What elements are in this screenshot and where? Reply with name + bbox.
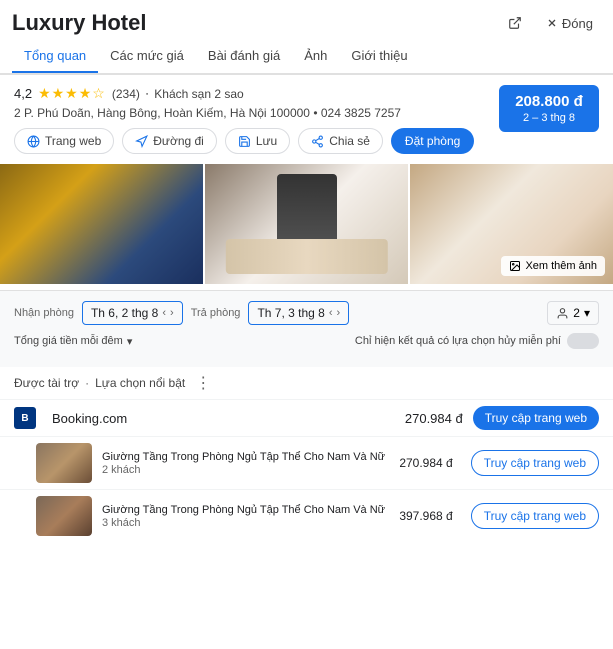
action-buttons: Trang web Đường đi Lưu Chia sẻ Đặt phòng [14,128,499,154]
rating-row: 4,2 ★★★★☆ (234) ● Khách sạn 2 sao [14,85,499,102]
visit-website-button-1[interactable]: Truy cập trang web [471,450,599,476]
booking-logo: B [14,407,36,429]
review-count: (234) [112,87,140,101]
room-guests-1: 2 khách [102,464,389,476]
provider-booking: B Booking.com 270.984 đ Truy cập trang w… [0,399,613,436]
free-cancel-toggle[interactable] [567,333,599,349]
hotel-photos: Xem thêm ảnh [0,164,613,284]
free-cancel-row: Chỉ hiện kết quả có lựa chọn hủy miễn ph… [355,333,599,349]
featured-label: Được tài trợ [14,376,79,390]
price-toggle[interactable]: Tổng giá tiền mỗi đêm ▾ [14,335,132,348]
checkin-label: Nhận phòng [14,307,74,319]
tab-about[interactable]: Giới thiệu [339,40,419,73]
guests-dropdown-icon: ▾ [584,306,590,320]
photos-icon [509,260,521,272]
save-button[interactable]: Lưu [225,128,290,154]
room-thumbnail-1 [36,443,92,483]
provider-name: Booking.com [52,411,127,426]
header: Luxury Hotel Đóng [0,0,613,40]
provider-info: B Booking.com [14,407,127,429]
close-button[interactable]: Đóng [538,12,601,35]
open-icon [508,16,522,30]
close-icon [546,17,558,29]
provider-price-section: 270.984 đ Truy cập trang web [405,406,599,430]
tabs-bar: Tổng quan Các mức giá Bài đánh giá Ảnh G… [0,40,613,74]
guests-selector[interactable]: 2 ▾ [547,301,599,325]
featured-sublabel: Lựa chọn nổi bật [95,376,185,390]
tab-photos[interactable]: Ảnh [292,40,339,73]
hotel-price: 208.800 đ [511,93,587,110]
checkin-prev[interactable]: ‹ [162,307,166,319]
hotel-info-left: 4,2 ★★★★☆ (234) ● Khách sạn 2 sao 2 P. P… [14,85,499,154]
room-price-2: 397.968 đ [399,509,452,523]
price-toggle-arrow: ▾ [127,335,133,348]
room-info-2: Giường Tầng Trong Phòng Ngủ Tập Thể Cho … [102,503,389,529]
featured-more-icon[interactable]: ⋮ [195,373,211,393]
options-row: Tổng giá tiền mỗi đêm ▾ Chỉ hiện kết quả… [14,333,599,349]
checkin-next[interactable]: › [170,307,174,319]
visit-website-button-2[interactable]: Truy cập trang web [471,503,599,529]
directions-button[interactable]: Đường đi [122,128,217,154]
visit-website-button-primary[interactable]: Truy cập trang web [473,406,599,430]
book-button[interactable]: Đặt phòng [391,128,474,154]
checkout-label: Trả phòng [191,307,241,319]
star-rating: ★★★★☆ [38,85,106,102]
provider-price: 270.984 đ [405,411,463,426]
person-icon [556,307,569,320]
tab-overview[interactable]: Tổng quan [12,40,98,73]
room-price-1: 270.984 đ [399,456,452,470]
see-more-photos-button[interactable]: Xem thêm ảnh [501,256,605,276]
hotel-address: 2 P. Phú Doãn, Hàng Bông, Hoàn Kiếm, Hà … [14,106,499,120]
photo-lobby[interactable] [205,164,408,284]
share-button[interactable]: Chia sẻ [298,128,383,154]
header-actions: Đóng [500,12,601,35]
checkout-prev[interactable]: ‹ [329,307,333,319]
date-row: Nhận phòng Th 6, 2 thg 8 ‹ › Trả phòng T… [14,301,599,325]
share-icon [311,135,324,148]
save-icon [238,135,251,148]
tab-reviews[interactable]: Bài đánh giá [196,40,292,73]
checkout-input[interactable]: Th 7, 3 thg 8 ‹ › [248,301,349,325]
checkin-input[interactable]: Th 6, 2 thg 8 ‹ › [82,301,183,325]
rating-number: 4,2 [14,86,32,101]
room-guests-2: 3 khách [102,517,389,529]
open-button[interactable] [500,12,530,34]
featured-header: Được tài trợ · Lựa chọn nổi bật ⋮ [0,367,613,399]
tab-prices[interactable]: Các mức giá [98,40,196,73]
hotel-info-section: 4,2 ★★★★☆ (234) ● Khách sạn 2 sao 2 P. P… [0,75,613,164]
page-title: Luxury Hotel [12,10,146,36]
booking-form: Nhận phòng Th 6, 2 thg 8 ‹ › Trả phòng T… [0,290,613,367]
price-box: 208.800 đ 2 – 3 thg 8 [499,85,599,132]
photo-room[interactable]: Xem thêm ảnh [410,164,613,284]
directions-icon [135,135,148,148]
photo-exterior[interactable] [0,164,203,284]
globe-icon [27,135,40,148]
room-name-2: Giường Tầng Trong Phòng Ngủ Tập Thể Cho … [102,503,389,517]
price-dates: 2 – 3 thg 8 [511,112,587,124]
room-name-1: Giường Tầng Trong Phòng Ngủ Tập Thể Cho … [102,450,389,464]
room-row-2: Giường Tầng Trong Phòng Ngủ Tập Thể Cho … [0,489,613,542]
room-thumbnail-2 [36,496,92,536]
hotel-type: Khách sạn 2 sao [154,87,243,101]
room-info-1: Giường Tầng Trong Phòng Ngủ Tập Thể Cho … [102,450,389,476]
checkout-next[interactable]: › [337,307,341,319]
website-button[interactable]: Trang web [14,128,114,154]
room-row-1: Giường Tầng Trong Phòng Ngủ Tập Thể Cho … [0,436,613,489]
